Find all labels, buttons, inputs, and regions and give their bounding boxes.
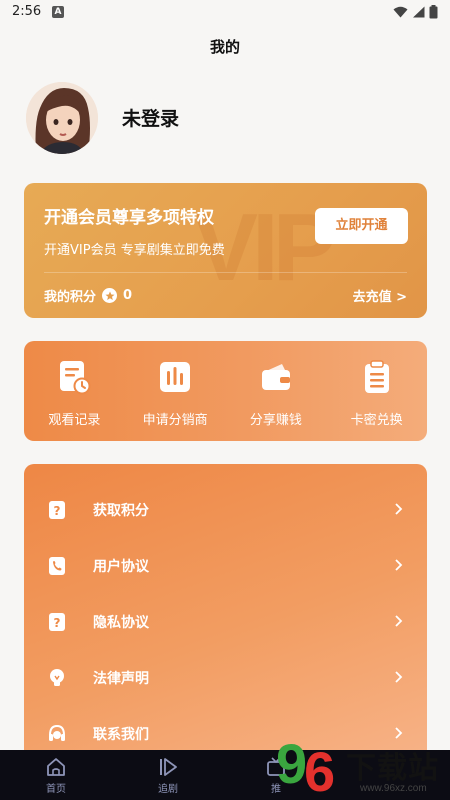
points-row: 我的积分 0: [44, 286, 132, 305]
menu-label: 法律声明: [93, 671, 149, 687]
battery-icon: [429, 5, 438, 19]
tab-follow[interactable]: 追剧: [138, 756, 198, 795]
svg-text:?: ?: [54, 504, 61, 518]
points-coin-icon: [102, 288, 118, 303]
menu-label: 联系我们: [93, 727, 149, 743]
chevron-right-icon: [395, 559, 403, 571]
history-icon: [60, 361, 91, 395]
phone-book-icon: [49, 557, 65, 575]
status-icons: [393, 5, 438, 19]
feature-label: 观看记录: [48, 413, 101, 428]
watermark-url: www.96xz.com: [360, 783, 427, 794]
avatar[interactable]: [26, 82, 98, 154]
watermark-digit-6: 6: [304, 740, 336, 800]
wallet-icon: [261, 364, 290, 390]
username[interactable]: 未登录: [122, 104, 179, 131]
feature-share-earn[interactable]: 分享赚钱: [226, 341, 327, 441]
feature-label: 分享赚钱: [249, 413, 302, 428]
chart-bars-icon: [160, 362, 191, 392]
feature-grid: 观看记录 申请分销商 分享赚钱 卡密兑换: [24, 341, 427, 441]
feature-label: 卡密兑换: [350, 413, 403, 428]
tab-label: 追剧: [158, 784, 178, 795]
recharge-link[interactable]: 去充值 >: [353, 286, 407, 305]
vip-divider: [44, 272, 407, 273]
menu-item-get-points[interactable]: ? 获取积分: [24, 482, 427, 538]
avatar-girl-illustration: [26, 82, 98, 154]
chevron-right-icon: [395, 671, 403, 683]
site-watermark-logo: 9 6 下载站 www.96xz.com: [276, 732, 450, 800]
feature-apply-distributor[interactable]: 申请分销商: [125, 341, 226, 441]
open-vip-button[interactable]: 立即开通: [315, 208, 408, 244]
feature-label: 申请分销商: [142, 413, 208, 428]
feature-watch-history[interactable]: 观看记录: [24, 341, 125, 441]
question-icon: ?: [49, 501, 65, 519]
watermark-digit-9: 9: [276, 732, 308, 795]
notification-a-icon: A: [52, 6, 64, 18]
menu-label: 获取积分: [93, 503, 149, 519]
chevron-right-icon: [395, 615, 403, 627]
menu-item-user-agreement[interactable]: 用户协议: [24, 538, 427, 594]
signal-icon: [413, 6, 425, 18]
points-value: 0: [123, 288, 133, 303]
page-title: 我的: [209, 38, 240, 56]
lightbulb-icon: [50, 669, 64, 686]
clipboard-icon: [364, 360, 389, 393]
vip-title: 开通会员尊享多项特权: [44, 208, 214, 228]
status-time: 2:56: [12, 4, 42, 19]
home-icon: [47, 758, 65, 776]
play-icon: [160, 758, 177, 776]
feature-card-redeem[interactable]: 卡密兑换: [326, 341, 427, 441]
menu-label: 隐私协议: [93, 615, 149, 631]
watermark-text: 下载站: [346, 752, 439, 785]
vip-subtitle: 开通VIP会员 专享剧集立即免费: [44, 243, 225, 258]
points-label: 我的积分: [44, 290, 97, 305]
menu-item-privacy[interactable]: ? 隐私协议: [24, 594, 427, 650]
menu-card: ? 获取积分 用户协议 ? 隐私协议 法律声明 联系我们: [24, 464, 427, 764]
vip-card: VIP 开通会员尊享多项特权 开通VIP会员 专享剧集立即免费 立即开通 我的积…: [24, 183, 427, 318]
menu-item-legal[interactable]: 法律声明: [24, 650, 427, 706]
svg-text:?: ?: [54, 616, 61, 630]
tab-label: 首页: [46, 784, 66, 795]
headset-icon: [49, 724, 65, 741]
question-icon: ?: [49, 613, 65, 631]
status-bar: 2:56 A: [0, 0, 450, 26]
tab-home[interactable]: 首页: [26, 756, 86, 795]
chevron-right-icon: [395, 503, 403, 515]
menu-label: 用户协议: [93, 559, 149, 575]
wifi-icon: [393, 6, 408, 18]
